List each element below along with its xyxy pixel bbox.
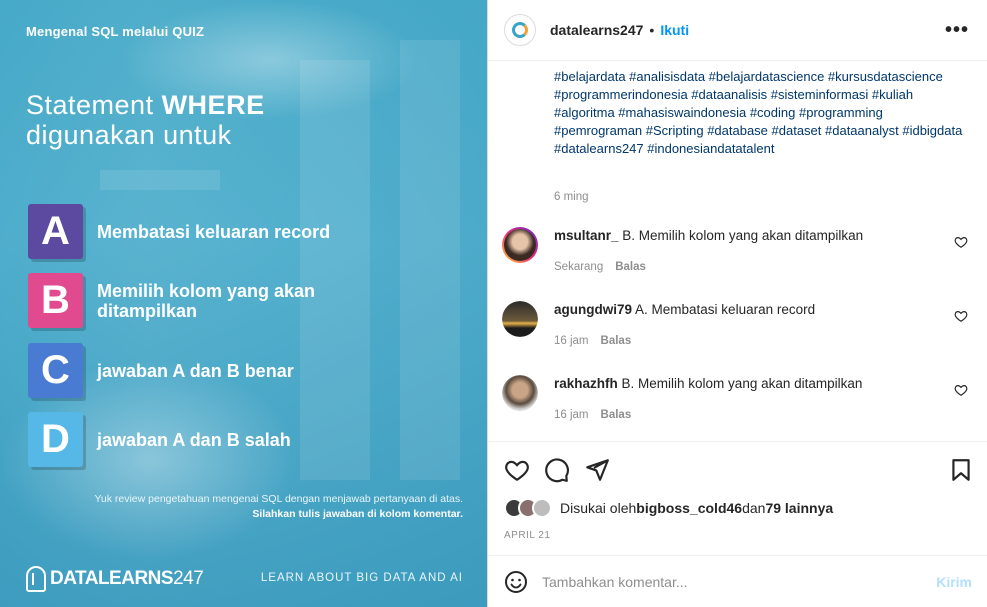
comment-item: agungdwi79 A. Membatasi keluaran record … [502,301,974,361]
avatar-image [502,301,538,337]
comment-item: rakhazhfh B. Memilih kolom yang akan dit… [502,375,974,435]
post-actions: Disukai oleh bigboss_cold46 dan 79 lainn… [488,441,987,541]
brand-name-number: 247 [173,568,204,589]
comment-avatar[interactable] [502,301,538,337]
option-d-badge: D [28,412,83,467]
brand-name: DATALEARNS247 [50,568,204,590]
share-send-icon[interactable] [584,457,610,483]
heart-icon[interactable] [954,235,968,249]
option-b: B Memilih kolom yang akan ditampilkan [28,273,367,328]
comment-username[interactable]: agungdwi79 [554,302,632,317]
comment-text: rakhazhfh B. Memilih kolom yang akan dit… [554,375,862,393]
account-username[interactable]: datalearns247 [550,22,643,38]
likes-count[interactable]: 79 lainnya [765,500,833,516]
comment-avatar[interactable] [502,227,538,263]
more-options-icon[interactable]: ••• [945,19,969,42]
bookmark-icon[interactable] [948,457,974,483]
reply-button[interactable]: Balas [601,335,632,347]
caption-hashtags[interactable]: #belajardata #analisisdata #belajardatas… [554,68,974,158]
brand-name-data: DATA [50,568,98,589]
comment-username[interactable]: msultanr_ [554,228,619,243]
post-time[interactable]: 6 ming [554,191,589,203]
comment-meta: Sekarang Balas [554,261,646,273]
likes-summary: Disukai oleh bigboss_cold46 dan 79 lainn… [504,498,833,518]
comment-bubble-icon[interactable] [544,457,570,483]
comment-text: msultanr_ B. Memilih kolom yang akan dit… [554,227,863,245]
heart-icon[interactable] [954,383,968,397]
liker-avatars [504,498,552,518]
footer-line-1: Yuk review pengetahuan mengenai SQL deng… [94,493,463,505]
comment-meta: 16 jam Balas [554,335,631,347]
comment-item: msultanr_ B. Memilih kolom yang akan dit… [502,227,974,287]
comment-username[interactable]: rakhazhfh [554,376,618,391]
comment-body: B. Memilih kolom yang akan ditampilkan [622,228,864,243]
brand-name-learns: LEARNS [97,568,174,589]
comment-body: B. Memilih kolom yang akan ditampilkan [621,376,863,391]
bg-pillar [100,170,220,190]
post-date[interactable]: APRIL 21 [504,530,550,541]
comment-text: agungdwi79 A. Membatasi keluaran record [554,301,815,319]
question-prefix: Statement [26,90,162,120]
option-b-badge: B [28,273,83,328]
emoji-icon[interactable] [504,570,528,594]
option-b-text: Memilih kolom yang akan ditampilkan [97,280,316,321]
footer-line-2: Silahkan tulis jawaban di kolom komentar… [252,508,463,520]
panel-header: datalearns247 • Ikuti ••• [488,0,987,61]
option-d: D jawaban A dan B salah [28,412,397,467]
comment-input[interactable] [542,573,902,590]
option-c: C jawaban A dan B benar [28,343,397,398]
option-c-badge: C [28,343,83,398]
heart-icon[interactable] [954,309,968,323]
comment-time[interactable]: 16 jam [554,409,589,421]
reply-button[interactable]: Balas [601,409,632,421]
option-d-text: jawaban A dan B salah [97,429,291,450]
avatar-image [504,229,536,261]
comment-avatar[interactable] [502,375,538,411]
option-a-text: Membatasi keluaran record [97,221,331,242]
comment-meta: 16 jam Balas [554,409,631,421]
likes-prefix: Disukai oleh [560,500,637,516]
question-keyword: WHERE [161,90,265,120]
follow-button[interactable]: Ikuti [660,22,689,38]
tagline: LEARN ABOUT BIG DATA AND AI [260,572,463,584]
comment-body: A. Membatasi keluaran record [635,302,816,317]
option-a: A Membatasi keluaran record [28,204,397,259]
option-a-badge: A [28,204,83,259]
comment-time[interactable]: Sekarang [554,261,603,273]
brand-logo: DATALEARNS247 [26,566,204,592]
liker-username[interactable]: bigboss_cold46 [636,500,742,516]
comments-panel: datalearns247 • Ikuti ••• #belajardata #… [487,0,987,607]
likes-connector: dan [742,500,766,516]
liker-avatar [532,498,552,518]
quiz-question: Statement WHERE digunakan untuk [26,90,265,150]
comment-time[interactable]: 16 jam [554,335,589,347]
post-comment-button[interactable]: Kirim [936,574,972,590]
reply-button[interactable]: Balas [615,261,646,273]
account-avatar[interactable] [504,14,536,46]
separator-dot: • [649,22,655,38]
post-image: Mengenal SQL melalui QUIZ Statement WHER… [0,0,487,607]
like-heart-icon[interactable] [504,457,530,483]
footer-note: Yuk review pengetahuan mengenai SQL deng… [94,492,463,522]
add-comment-bar: Kirim [488,555,987,607]
brand-logo-icon [26,566,46,592]
avatar-image [502,375,538,411]
account-logo-icon [512,22,528,38]
question-suffix: digunakan untuk [26,120,232,150]
option-c-text: jawaban A dan B benar [97,360,294,381]
quiz-header: Mengenal SQL melalui QUIZ [26,24,205,39]
